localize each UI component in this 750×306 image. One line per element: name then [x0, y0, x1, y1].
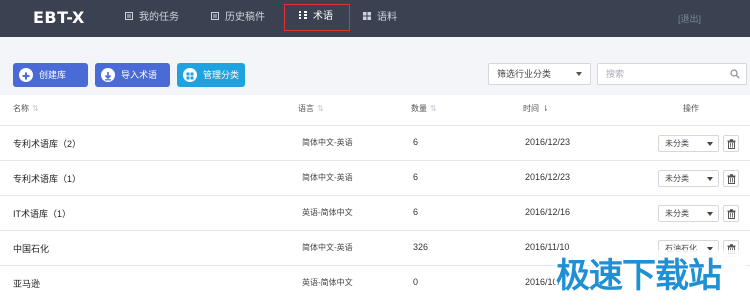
category-select[interactable]: 未分类	[658, 170, 719, 187]
row-count: 0	[413, 277, 419, 287]
header-language[interactable]: 语言 ⇅	[298, 103, 324, 114]
task-icon	[125, 12, 133, 21]
trash-icon	[727, 139, 736, 149]
app-logo[interactable]: EBT-X	[33, 8, 85, 27]
download-site-watermark: 极速下载站	[550, 244, 746, 306]
create-library-label: 创建库	[39, 70, 67, 80]
sort-icon[interactable]: ⇅	[317, 104, 324, 113]
row-time: 2016/12/16	[525, 207, 571, 217]
corpus-icon	[363, 12, 371, 21]
manage-categories-button[interactable]: 管理分类	[177, 63, 245, 87]
delete-button[interactable]	[723, 170, 739, 187]
top-navbar: EBT-X 我的任务 历史稿件 术语 语料 [退出]	[0, 0, 750, 37]
table-row[interactable]: IT术语库（1） 英语-简体中文 6 2016/12/16 未分类	[0, 195, 750, 229]
row-language: 英语-简体中文	[302, 208, 353, 217]
delete-button[interactable]	[723, 135, 739, 152]
nav-corpus[interactable]: 语料	[363, 0, 397, 37]
delete-button[interactable]	[723, 205, 739, 222]
header-language-label: 语言	[298, 104, 314, 113]
header-name[interactable]: 名称 ⇅	[13, 103, 39, 114]
row-time: 2016/12/23	[525, 172, 571, 182]
import-icon	[101, 68, 115, 82]
watermark-text: 极速下载站	[556, 256, 722, 296]
row-count: 6	[413, 172, 419, 182]
header-name-label: 名称	[13, 104, 29, 113]
industry-filter-select[interactable]: 筛选行业分类	[488, 63, 591, 85]
nav-history-label: 历史稿件	[225, 12, 265, 23]
nav-corpus-label: 语料	[377, 12, 397, 23]
category-select[interactable]: 未分类	[658, 135, 719, 152]
row-language: 简体中文-英语	[302, 243, 353, 252]
header-time[interactable]: 时间 ⇂	[523, 103, 549, 114]
import-terms-button[interactable]: 导入术语	[95, 63, 170, 87]
chevron-down-icon	[576, 72, 582, 76]
row-language: 简体中文-英语	[302, 173, 353, 182]
row-time: 2016/12/23	[525, 137, 571, 147]
search-input[interactable]: 搜索	[597, 63, 747, 85]
term-icon	[299, 11, 307, 20]
header-action: 操作	[683, 103, 699, 114]
chevron-down-icon	[707, 177, 713, 181]
sort-icon[interactable]: ⇅	[430, 104, 437, 113]
industry-filter-value: 筛选行业分类	[497, 69, 552, 79]
row-language: 英语-简体中文	[302, 278, 353, 287]
trash-icon	[727, 174, 736, 184]
create-library-button[interactable]: 创建库	[13, 63, 88, 87]
row-count: 326	[413, 242, 429, 252]
manage-categories-label: 管理分类	[203, 70, 240, 80]
row-name[interactable]: IT术语库（1）	[13, 207, 71, 220]
row-count: 6	[413, 207, 419, 217]
row-language: 简体中文-英语	[302, 138, 353, 147]
search-placeholder: 搜索	[606, 69, 625, 79]
chevron-down-icon	[707, 142, 713, 146]
nav-my-tasks[interactable]: 我的任务	[125, 0, 179, 37]
category-value: 未分类	[665, 139, 689, 148]
category-select[interactable]: 未分类	[658, 205, 719, 222]
row-count: 6	[413, 137, 419, 147]
nav-my-tasks-label: 我的任务	[139, 12, 179, 23]
nav-terms-label: 术语	[313, 11, 333, 22]
nav-terms[interactable]: 术语	[284, 4, 350, 31]
logout-link[interactable]: [退出]	[678, 12, 701, 25]
row-name[interactable]: 专利术语库（2）	[13, 137, 81, 150]
nav-history[interactable]: 历史稿件	[211, 0, 265, 37]
row-name[interactable]: 亚马逊	[13, 277, 40, 290]
trash-icon	[727, 209, 736, 219]
grid-icon	[183, 68, 197, 82]
row-name[interactable]: 专利术语库（1）	[13, 172, 81, 185]
plus-icon	[19, 68, 33, 82]
history-icon	[211, 12, 219, 21]
header-count[interactable]: 数量 ⇅	[411, 103, 437, 114]
table-row[interactable]: 专利术语库（1） 简体中文-英语 6 2016/12/23 未分类	[0, 160, 750, 194]
table-row[interactable]: 专利术语库（2） 简体中文-英语 6 2016/12/23 未分类	[0, 125, 750, 159]
category-value: 未分类	[665, 209, 689, 218]
row-name[interactable]: 中国石化	[13, 242, 49, 255]
header-time-label: 时间	[523, 104, 539, 113]
header-count-label: 数量	[411, 104, 427, 113]
category-value: 未分类	[665, 174, 689, 183]
sort-icon[interactable]: ⇅	[32, 104, 39, 113]
sort-desc-icon[interactable]: ⇂	[542, 104, 549, 113]
search-icon[interactable]	[730, 69, 740, 79]
import-terms-label: 导入术语	[121, 70, 158, 80]
header-action-label: 操作	[683, 104, 699, 113]
chevron-down-icon	[707, 212, 713, 216]
